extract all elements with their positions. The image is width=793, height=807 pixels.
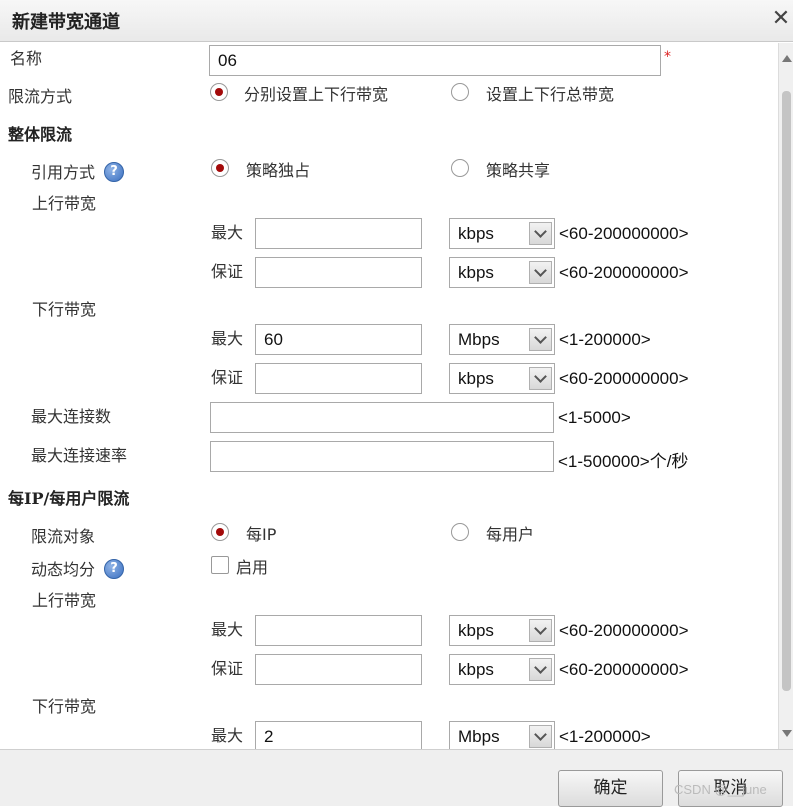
per-ip-upstream-label: 上行带宽 [32, 591, 97, 610]
select-value: kbps [458, 224, 494, 243]
chevron-down-icon[interactable] [529, 725, 552, 748]
chevron-down-icon[interactable] [529, 222, 552, 245]
radio-per-user-label: 每用户 [486, 525, 535, 544]
per-ip-up-max-label: 最大 [211, 620, 244, 639]
per-ip-up-max-input[interactable] [255, 615, 422, 646]
overall-down-max-unit-select[interactable]: Mbps [449, 324, 555, 355]
overall-down-max-input[interactable] [255, 324, 422, 355]
max-conn-rate-range: <1-500000>个/秒 [558, 452, 689, 471]
per-ip-up-guarantee-input[interactable] [255, 654, 422, 685]
overall-upstream-label: 上行带宽 [32, 194, 97, 213]
select-value: Mbps [458, 330, 500, 349]
ref-mode-label: 引用方式 [31, 163, 96, 182]
max-conn-rate-label: 最大连接速率 [31, 446, 128, 465]
select-value: kbps [458, 263, 494, 282]
dialog-footer: 确定 取消 [0, 749, 793, 807]
per-ip-up-guarantee-unit-select[interactable]: kbps [449, 654, 555, 685]
overall-down-guarantee-range: <60-200000000> [559, 369, 689, 388]
select-value: kbps [458, 660, 494, 679]
limit-mode-label: 限流方式 [8, 87, 73, 106]
chevron-down-icon[interactable] [529, 367, 552, 390]
per-ip-downstream-label: 下行带宽 [32, 697, 97, 716]
enable-checkbox-label: 启用 [236, 558, 269, 577]
radio-per-ip-label: 每IP [246, 525, 277, 544]
section-per-ip-title: 每IP/每用户限流 [8, 489, 130, 508]
overall-up-guarantee-input[interactable] [255, 257, 422, 288]
scroll-down-icon[interactable] [782, 730, 792, 737]
vertical-scrollbar[interactable] [778, 43, 793, 749]
per-ip-up-max-unit-select[interactable]: kbps [449, 615, 555, 646]
name-label: 名称 [10, 49, 43, 68]
chevron-down-icon[interactable] [529, 261, 552, 284]
overall-down-guarantee-label: 保证 [211, 368, 244, 387]
radio-policy-exclusive-label: 策略独占 [246, 161, 311, 180]
dialog-titlebar: 新建带宽通道 ✕ [0, 0, 793, 42]
radio-policy-shared[interactable] [451, 159, 469, 177]
chevron-down-icon[interactable] [529, 619, 552, 642]
select-value: Mbps [458, 727, 500, 746]
overall-up-max-label: 最大 [211, 223, 244, 242]
max-conn-range: <1-5000> [558, 408, 631, 427]
overall-down-guarantee-input[interactable] [255, 363, 422, 394]
overall-up-guarantee-label: 保证 [211, 262, 244, 281]
watermark: CSDN @__june [674, 782, 767, 797]
radio-separate-bandwidth-label: 分别设置上下行带宽 [244, 85, 389, 104]
max-conn-input[interactable] [210, 402, 554, 433]
chevron-down-icon[interactable] [529, 328, 552, 351]
scroll-thumb[interactable] [782, 91, 791, 691]
overall-down-max-range: <1-200000> [559, 330, 651, 349]
name-input[interactable] [209, 45, 661, 76]
overall-up-max-range: <60-200000000> [559, 224, 689, 243]
dialog-title: 新建带宽通道 [12, 12, 120, 33]
radio-per-ip[interactable] [211, 523, 229, 541]
per-ip-up-max-range: <60-200000000> [559, 621, 689, 640]
ok-button[interactable]: 确定 [558, 770, 663, 807]
chevron-down-icon[interactable] [529, 658, 552, 681]
select-value: kbps [458, 369, 494, 388]
dialog-body: 名称 * 限流方式 分别设置上下行带宽 设置上下行总带宽 整体限流 引用方式 ?… [0, 43, 778, 749]
overall-down-guarantee-unit-select[interactable]: kbps [449, 363, 555, 394]
close-icon[interactable]: ✕ [771, 6, 791, 32]
per-ip-up-guarantee-range: <60-200000000> [559, 660, 689, 679]
help-icon[interactable]: ? [104, 162, 124, 182]
radio-total-bandwidth[interactable] [451, 83, 469, 101]
radio-per-user[interactable] [451, 523, 469, 541]
overall-downstream-label: 下行带宽 [32, 300, 97, 319]
max-conn-label: 最大连接数 [31, 407, 112, 426]
help-icon[interactable]: ? [104, 559, 124, 579]
radio-total-bandwidth-label: 设置上下行总带宽 [486, 85, 615, 104]
limit-target-label: 限流对象 [31, 527, 96, 546]
per-ip-down-max-input[interactable] [255, 721, 422, 749]
scroll-up-icon[interactable] [782, 55, 792, 62]
radio-separate-bandwidth[interactable] [210, 83, 228, 101]
per-ip-down-max-label: 最大 [211, 726, 244, 745]
dynamic-share-label: 动态均分 [31, 560, 96, 579]
overall-up-max-unit-select[interactable]: kbps [449, 218, 555, 249]
section-overall-title: 整体限流 [8, 125, 73, 144]
max-conn-rate-input[interactable] [210, 441, 554, 472]
per-ip-down-max-range: <1-200000> [559, 727, 651, 746]
select-value: kbps [458, 621, 494, 640]
radio-policy-shared-label: 策略共享 [486, 161, 551, 180]
overall-down-max-label: 最大 [211, 329, 244, 348]
overall-up-guarantee-range: <60-200000000> [559, 263, 689, 282]
enable-checkbox[interactable] [211, 556, 229, 574]
overall-up-max-input[interactable] [255, 218, 422, 249]
per-ip-up-guarantee-label: 保证 [211, 659, 244, 678]
radio-policy-exclusive[interactable] [211, 159, 229, 177]
per-ip-down-max-unit-select[interactable]: Mbps [449, 721, 555, 749]
overall-up-guarantee-unit-select[interactable]: kbps [449, 257, 555, 288]
required-mark: * [664, 49, 671, 65]
